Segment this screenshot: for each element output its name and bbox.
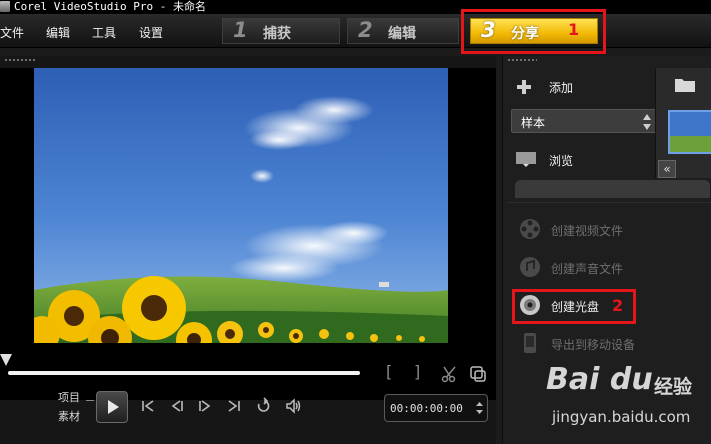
next-frame-icon[interactable] [194, 394, 218, 418]
add-button[interactable]: 添加 [513, 74, 653, 100]
step-number: 2 [358, 18, 373, 42]
share-option-label: 导出到移动设备 [551, 338, 636, 352]
select-spinner-icon[interactable] [642, 112, 652, 132]
annotation-box-share [461, 9, 606, 54]
timecode-spinner-icon[interactable] [475, 400, 484, 416]
divider [507, 202, 711, 203]
share-option-label: 创建声音文件 [551, 262, 624, 276]
browse-button[interactable]: 浏览 [513, 146, 653, 172]
sunflower-field-image [34, 68, 448, 343]
step-label: 编辑 [388, 26, 416, 42]
export-to-mobile-button[interactable]: 导出到移动设备 [515, 328, 695, 358]
library-category-select[interactable]: 样本 [511, 109, 661, 133]
annotation-number: 1 [568, 20, 580, 39]
split-scissors-icon[interactable] [438, 362, 462, 386]
play-button[interactable] [96, 391, 128, 423]
watermark-logo: Bai du [546, 362, 653, 397]
window-title: Corel VideoStudio Pro - 未命名 [14, 0, 206, 13]
library-scroll-area [515, 180, 710, 198]
browse-label: 浏览 [549, 154, 574, 168]
watermark-brand: 经验 [654, 376, 693, 398]
library-category-value: 样本 [521, 116, 546, 130]
share-option-label: 创建视频文件 [551, 224, 624, 238]
watermark-url: jingyan.baidu.com [552, 408, 691, 426]
repeat-icon[interactable] [252, 394, 276, 418]
collapse-panel-icon[interactable]: « [658, 160, 676, 178]
annotation-number: 2 [612, 296, 624, 315]
plus-icon [517, 80, 531, 94]
app-icon [0, 1, 10, 12]
menu-settings[interactable]: 设置 [139, 24, 163, 41]
enlarge-preview-icon[interactable] [466, 362, 490, 386]
volume-icon[interactable] [282, 394, 306, 418]
play-icon [108, 400, 119, 414]
mobile-device-icon [524, 333, 536, 353]
preview-panel: [ ] 项目 素材 00:00:00:00 [0, 56, 496, 444]
library-thumbnail-area: « [655, 68, 711, 178]
mode-clip-label[interactable]: 素材 [58, 408, 80, 424]
mark-out-button[interactable]: ] [414, 362, 420, 381]
menu-edit[interactable]: 编辑 [46, 24, 70, 41]
browse-folder-icon [516, 152, 536, 167]
menu-file[interactable]: 文件 [0, 24, 24, 41]
timecode-value: 00:00:00:00 [390, 402, 463, 415]
mode-project-label[interactable]: 项目 [58, 389, 80, 405]
step-label: 捕获 [263, 26, 291, 42]
go-to-start-icon[interactable] [136, 394, 160, 418]
baidu-jingyan-watermark: Bai du 经验 jingyan.baidu.com [546, 360, 706, 438]
video-frame [34, 68, 448, 343]
mode-divider [86, 400, 94, 401]
step-number: 1 [233, 18, 248, 42]
thumbnail-image[interactable] [668, 110, 711, 154]
add-label: 添加 [549, 81, 574, 95]
previous-frame-icon[interactable] [164, 394, 188, 418]
mark-in-button[interactable]: [ [386, 362, 392, 381]
timecode-field[interactable]: 00:00:00:00 [384, 394, 488, 422]
create-audio-file-button[interactable]: 创建声音文件 [515, 252, 695, 282]
preview-viewport [0, 68, 496, 400]
tab-capture[interactable]: 1 捕获 [222, 18, 340, 44]
panel-grip[interactable] [507, 58, 537, 62]
audio-disc-icon [520, 257, 540, 277]
scrub-handle[interactable] [0, 354, 12, 366]
scrub-bar[interactable] [8, 371, 360, 375]
folder-icon[interactable] [674, 76, 696, 94]
menu-tools[interactable]: 工具 [92, 24, 116, 41]
tab-edit[interactable]: 2 编辑 [347, 18, 459, 44]
panel-grip[interactable] [4, 58, 36, 62]
create-video-file-button[interactable]: 创建视频文件 [515, 214, 695, 244]
film-reel-icon [520, 219, 540, 239]
go-to-end-icon[interactable] [222, 394, 246, 418]
